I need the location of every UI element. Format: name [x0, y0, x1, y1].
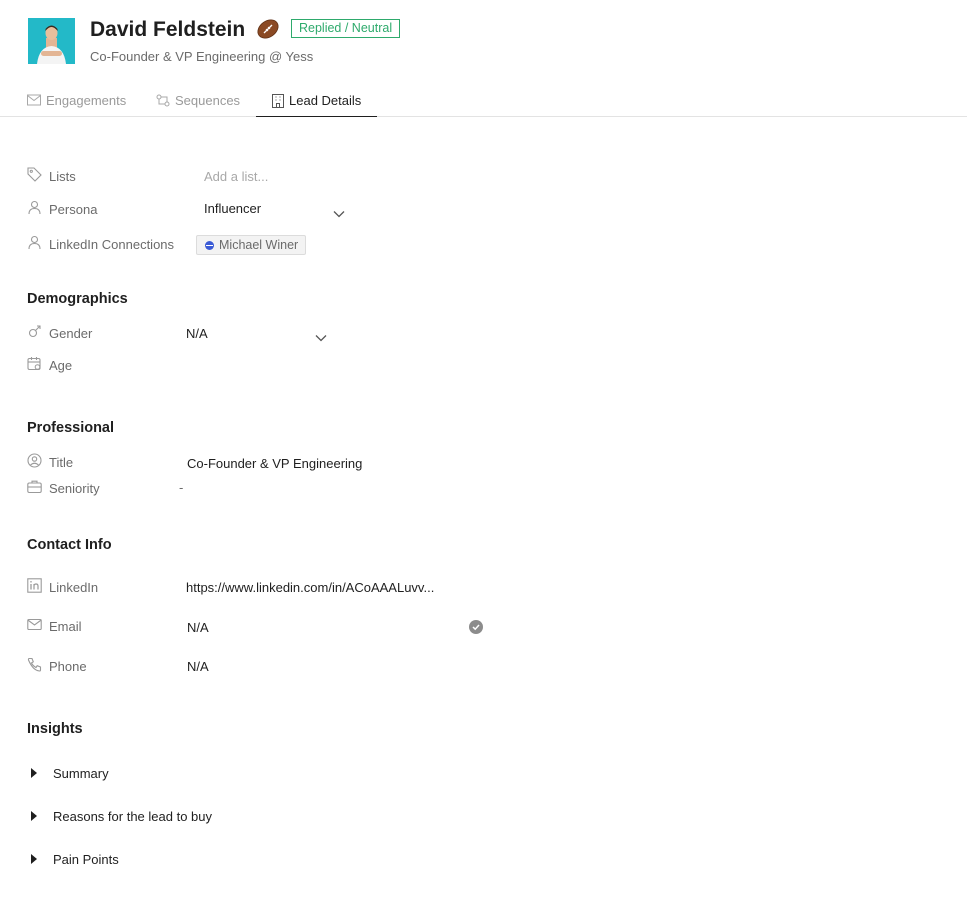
label-text: Phone: [49, 658, 87, 674]
label-text: Seniority: [49, 480, 100, 496]
person-icon: [27, 200, 49, 218]
label-text: Lists: [49, 168, 76, 184]
insight-pain-points-toggle[interactable]: Pain Points: [31, 850, 119, 868]
field-email-label: Email: [27, 616, 82, 636]
phone-icon: [27, 657, 49, 675]
gender-icon: [27, 324, 49, 342]
linkedin-url-link[interactable]: https://www.linkedin.com/in/ACoAAALuvv..…: [186, 580, 434, 595]
tab-label: Engagements: [46, 93, 127, 108]
lists-input[interactable]: Add a list...: [204, 169, 268, 184]
connection-avatar-icon: [205, 240, 214, 250]
insight-label: Pain Points: [53, 851, 119, 867]
user-circle-icon: [27, 453, 49, 471]
label-text: LinkedIn: [49, 579, 99, 595]
phone-value[interactable]: N/A: [187, 659, 209, 674]
field-linkedin-connections-label: LinkedIn Connections: [27, 234, 174, 254]
field-phone-label: Phone: [27, 656, 87, 676]
section-demographics: Demographics: [27, 291, 128, 307]
field-persona-label: Persona: [27, 199, 97, 219]
tab-label: Sequences: [175, 93, 241, 108]
tab-sequences[interactable]: Sequences: [156, 86, 240, 117]
mail-icon: [27, 617, 49, 635]
tab-lead-details[interactable]: Lead Details: [256, 86, 377, 117]
section-professional: Professional: [27, 420, 115, 436]
field-lists-label: Lists: [27, 166, 76, 186]
lead-subtitle: Co-Founder & VP Engineering @ Yess: [90, 49, 314, 64]
field-seniority-label: Seniority: [27, 478, 100, 498]
chevron-down-icon[interactable]: [315, 329, 327, 347]
label-text: Persona: [49, 201, 98, 217]
building-icon: [272, 93, 289, 111]
section-contact-info: Contact Info: [27, 537, 112, 553]
label-text: Title: [49, 454, 74, 470]
field-linkedin-label: LinkedIn: [27, 577, 98, 597]
chip-label: Michael Winer: [219, 238, 299, 252]
tag-icon: [27, 167, 49, 185]
field-gender-label: Gender: [27, 323, 92, 343]
tab-label: Lead Details: [289, 93, 362, 108]
field-age-label: Age: [27, 355, 72, 375]
persona-select[interactable]: Influencer: [204, 201, 261, 216]
gender-select[interactable]: N/A: [186, 326, 208, 341]
avatar[interactable]: [28, 18, 75, 64]
connection-chip[interactable]: Michael Winer: [196, 235, 307, 255]
caret-right-icon: [31, 768, 37, 778]
person-icon: [27, 235, 49, 253]
insight-label: Reasons for the lead to buy: [53, 808, 212, 824]
email-value[interactable]: N/A: [187, 620, 209, 635]
sequence-icon: [156, 93, 175, 110]
insight-reasons-toggle[interactable]: Reasons for the lead to buy: [31, 807, 212, 825]
label-text: Gender: [49, 325, 93, 341]
insight-summary-toggle[interactable]: Summary: [31, 764, 109, 782]
status-badge: Replied / Neutral: [291, 19, 401, 38]
caret-right-icon: [31, 854, 37, 864]
field-title-label: Title: [27, 452, 73, 472]
chevron-down-icon[interactable]: [333, 205, 345, 223]
lead-name: David Feldstein: [90, 18, 246, 41]
verified-check-icon: [469, 620, 483, 634]
section-insights: Insights: [27, 721, 83, 737]
tab-engagements[interactable]: Engagements: [27, 86, 126, 117]
briefcase-icon: [27, 479, 49, 497]
mail-icon: [27, 93, 46, 109]
tab-bar: Engagements Sequences Lead Details: [0, 86, 967, 117]
seniority-value[interactable]: -: [179, 480, 183, 495]
football-icon: [256, 18, 280, 40]
calendar-icon: [27, 356, 49, 374]
label-text: Age: [49, 357, 73, 373]
caret-right-icon: [31, 811, 37, 821]
label-text: Email: [49, 618, 82, 634]
title-value[interactable]: Co-Founder & VP Engineering: [187, 456, 362, 471]
label-text: LinkedIn Connections: [49, 236, 175, 252]
linkedin-icon: [27, 578, 49, 596]
insight-label: Summary: [53, 765, 109, 781]
